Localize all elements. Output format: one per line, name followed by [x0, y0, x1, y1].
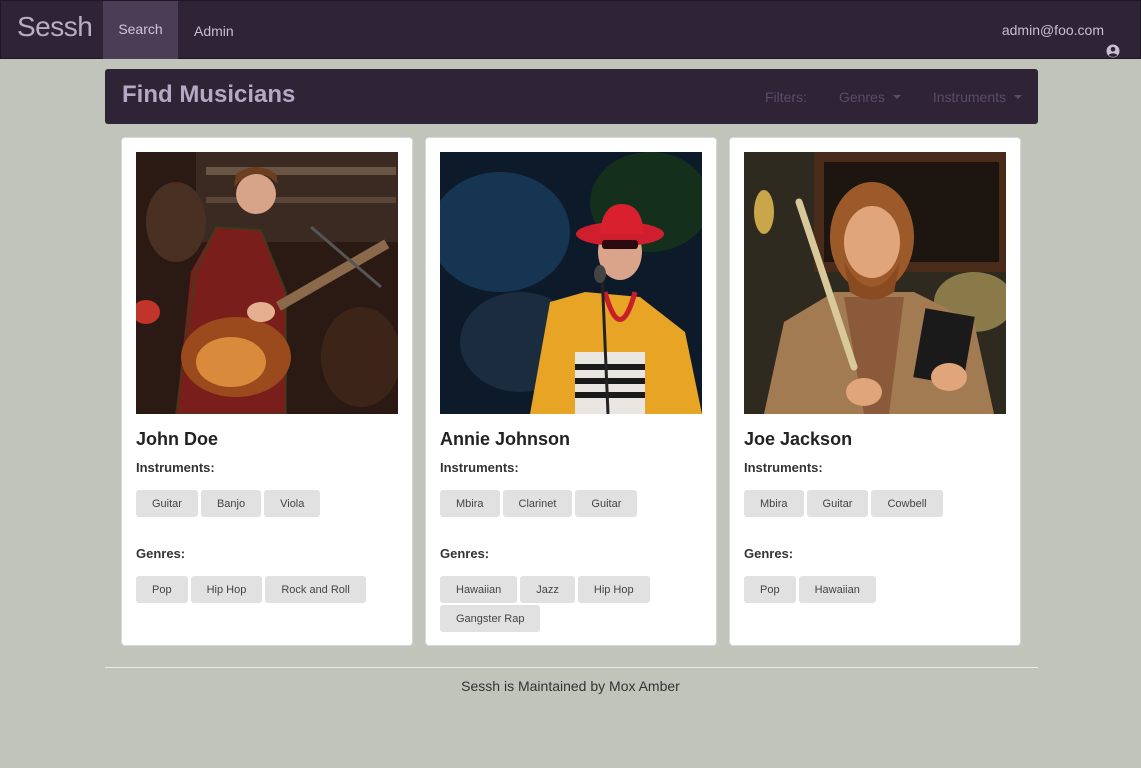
genre-tag[interactable]: Pop: [136, 576, 188, 603]
instrument-tags: Mbira Clarinet Guitar: [440, 490, 710, 517]
find-musicians-header: Find Musicians Filters: Genres Instrumen…: [105, 69, 1038, 124]
user-menu[interactable]: admin@foo.com: [1002, 1, 1120, 59]
instrument-tag[interactable]: Mbira: [744, 490, 804, 517]
instruments-dropdown-label: Instruments: [932, 88, 1006, 105]
nav-item-search[interactable]: Search: [103, 1, 178, 59]
instrument-tag[interactable]: Viola: [264, 490, 321, 517]
instrument-tag[interactable]: Cowbell: [871, 490, 943, 517]
musician-card[interactable]: Annie Johnson Instruments: Mbira Clarine…: [425, 137, 717, 646]
musician-card[interactable]: John Doe Instruments: Guitar Banjo Viola…: [121, 137, 413, 646]
instruments-label: Instruments:: [136, 460, 215, 475]
genre-tag[interactable]: Rock and Roll: [265, 576, 366, 603]
musician-photo: [744, 152, 1006, 414]
instrument-tags: Mbira Guitar Cowbell: [744, 490, 1014, 517]
genre-tag[interactable]: Hip Hop: [190, 576, 263, 603]
genres-dropdown[interactable]: Genres: [839, 89, 901, 105]
genre-tag[interactable]: Hawaiian: [798, 576, 876, 603]
filters-bar: Filters: Genres Instruments: [765, 69, 1038, 124]
musician-card[interactable]: Joe Jackson Instruments: Mbira Guitar Co…: [729, 137, 1021, 646]
musician-name[interactable]: Joe Jackson: [744, 429, 852, 450]
footer-divider: [105, 667, 1038, 668]
genres-dropdown-label: Genres: [838, 88, 885, 105]
user-email: admin@foo.com: [1001, 22, 1104, 38]
page-title: Find Musicians: [122, 81, 296, 108]
genre-tag[interactable]: Jazz: [520, 576, 575, 603]
genre-tags: Hawaiian Jazz Hip Hop Gangster Rap: [440, 576, 710, 632]
genre-tags: Pop Hawaiian: [744, 576, 1014, 603]
genre-tag[interactable]: Hip Hop: [577, 576, 650, 603]
filters-label: Filters:: [764, 88, 807, 105]
instrument-tags: Guitar Banjo Viola: [136, 490, 406, 517]
musician-photo: [440, 152, 702, 414]
musician-photo: [136, 152, 398, 414]
musician-name[interactable]: Annie Johnson: [440, 429, 570, 450]
instrument-tag[interactable]: Banjo: [200, 490, 262, 517]
instrument-tag[interactable]: Mbira: [440, 490, 500, 517]
genre-tags: Pop Hip Hop Rock and Roll: [136, 576, 406, 603]
genre-tag[interactable]: Pop: [744, 576, 796, 603]
caret-down-icon: [892, 94, 901, 99]
genres-label: Genres:: [440, 546, 490, 561]
nav-item-admin[interactable]: Admin: [194, 1, 234, 59]
instrument-tag[interactable]: Guitar: [136, 490, 198, 517]
instruments-dropdown[interactable]: Instruments: [933, 89, 1022, 105]
instruments-label: Instruments:: [440, 460, 519, 475]
instruments-label: Instruments:: [744, 460, 823, 475]
musician-name[interactable]: John Doe: [136, 429, 218, 450]
genre-tag[interactable]: Gangster Rap: [440, 605, 541, 632]
instrument-tag[interactable]: Guitar: [806, 490, 869, 517]
footer-text: Sessh is Maintained by Mox Amber: [461, 678, 680, 694]
top-navbar: Sessh Search Admin admin@foo.com: [0, 0, 1141, 59]
instrument-tag[interactable]: Clarinet: [502, 490, 573, 517]
caret-down-icon: [1014, 94, 1022, 99]
genres-label: Genres:: [744, 546, 794, 561]
genre-tag[interactable]: Hawaiian: [440, 576, 518, 603]
brand-logo[interactable]: Sessh: [17, 11, 93, 43]
instrument-tag[interactable]: Guitar: [575, 490, 638, 517]
genres-label: Genres:: [136, 546, 186, 561]
user-circle-icon: [1106, 23, 1120, 58]
